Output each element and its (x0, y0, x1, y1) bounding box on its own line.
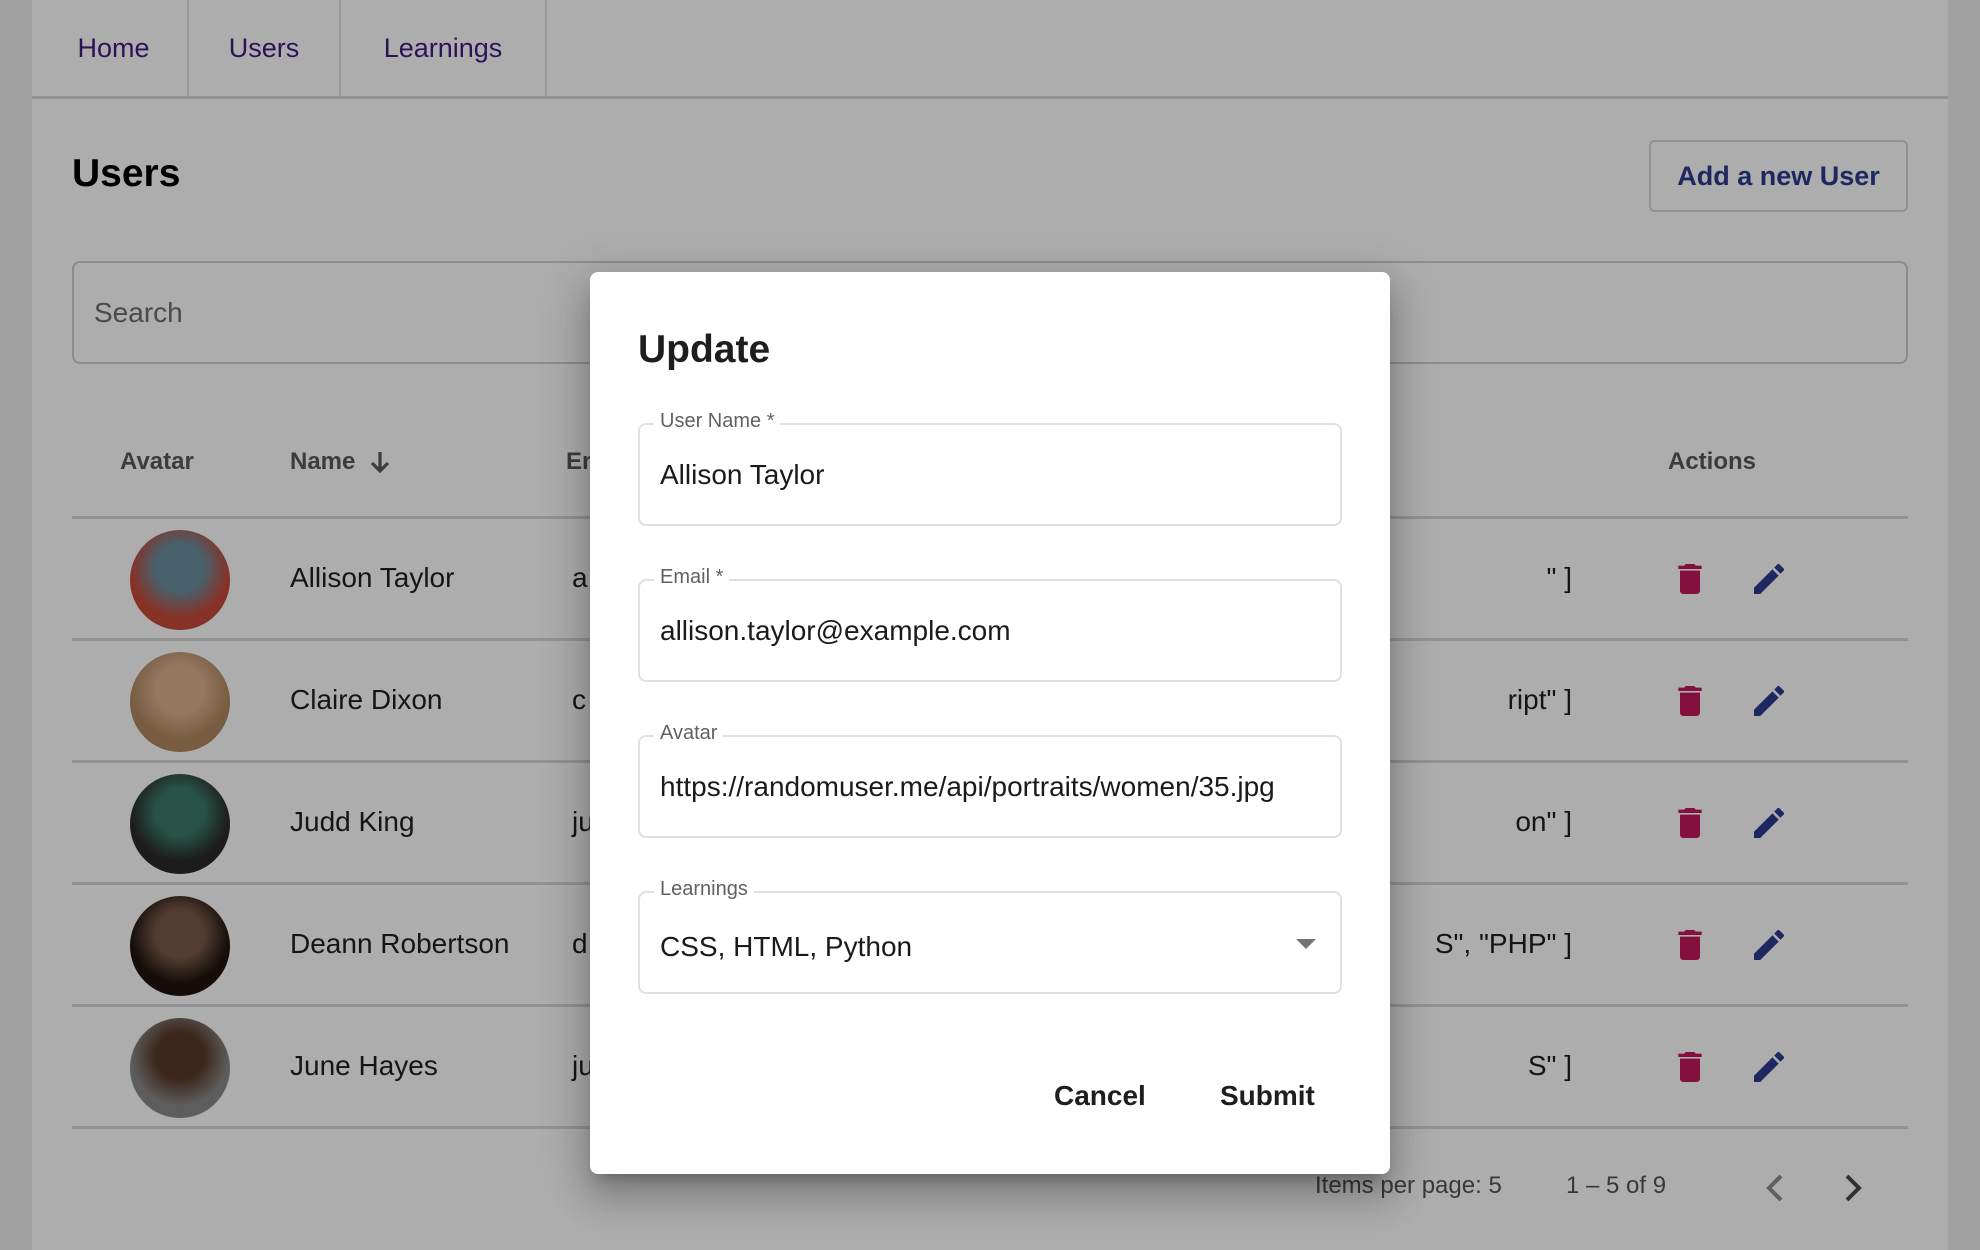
email-input[interactable] (660, 611, 1320, 651)
avatar-url-field[interactable]: Avatar (638, 722, 1342, 838)
user-name-input[interactable] (660, 455, 1320, 495)
user-name-field[interactable]: User Name * (638, 410, 1342, 526)
submit-button[interactable]: Submit (1220, 1080, 1315, 1112)
dialog-title: Update (638, 328, 771, 371)
learnings-label: Learnings (654, 878, 754, 901)
dropdown-arrow-icon[interactable] (1296, 939, 1316, 949)
email-label: Email * (654, 566, 730, 589)
cancel-button[interactable]: Cancel (1054, 1080, 1146, 1112)
email-field[interactable]: Email * (638, 566, 1342, 682)
user-name-label: User Name * (654, 410, 781, 433)
avatar-url-label: Avatar (654, 722, 724, 745)
avatar-url-input[interactable] (660, 767, 1320, 807)
learnings-selected-value: CSS, HTML, Python (660, 931, 913, 962)
update-user-dialog: Update User Name * Email * Avatar Learni… (590, 272, 1390, 1174)
learnings-select[interactable]: Learnings CSS, HTML, Python (638, 878, 1342, 994)
